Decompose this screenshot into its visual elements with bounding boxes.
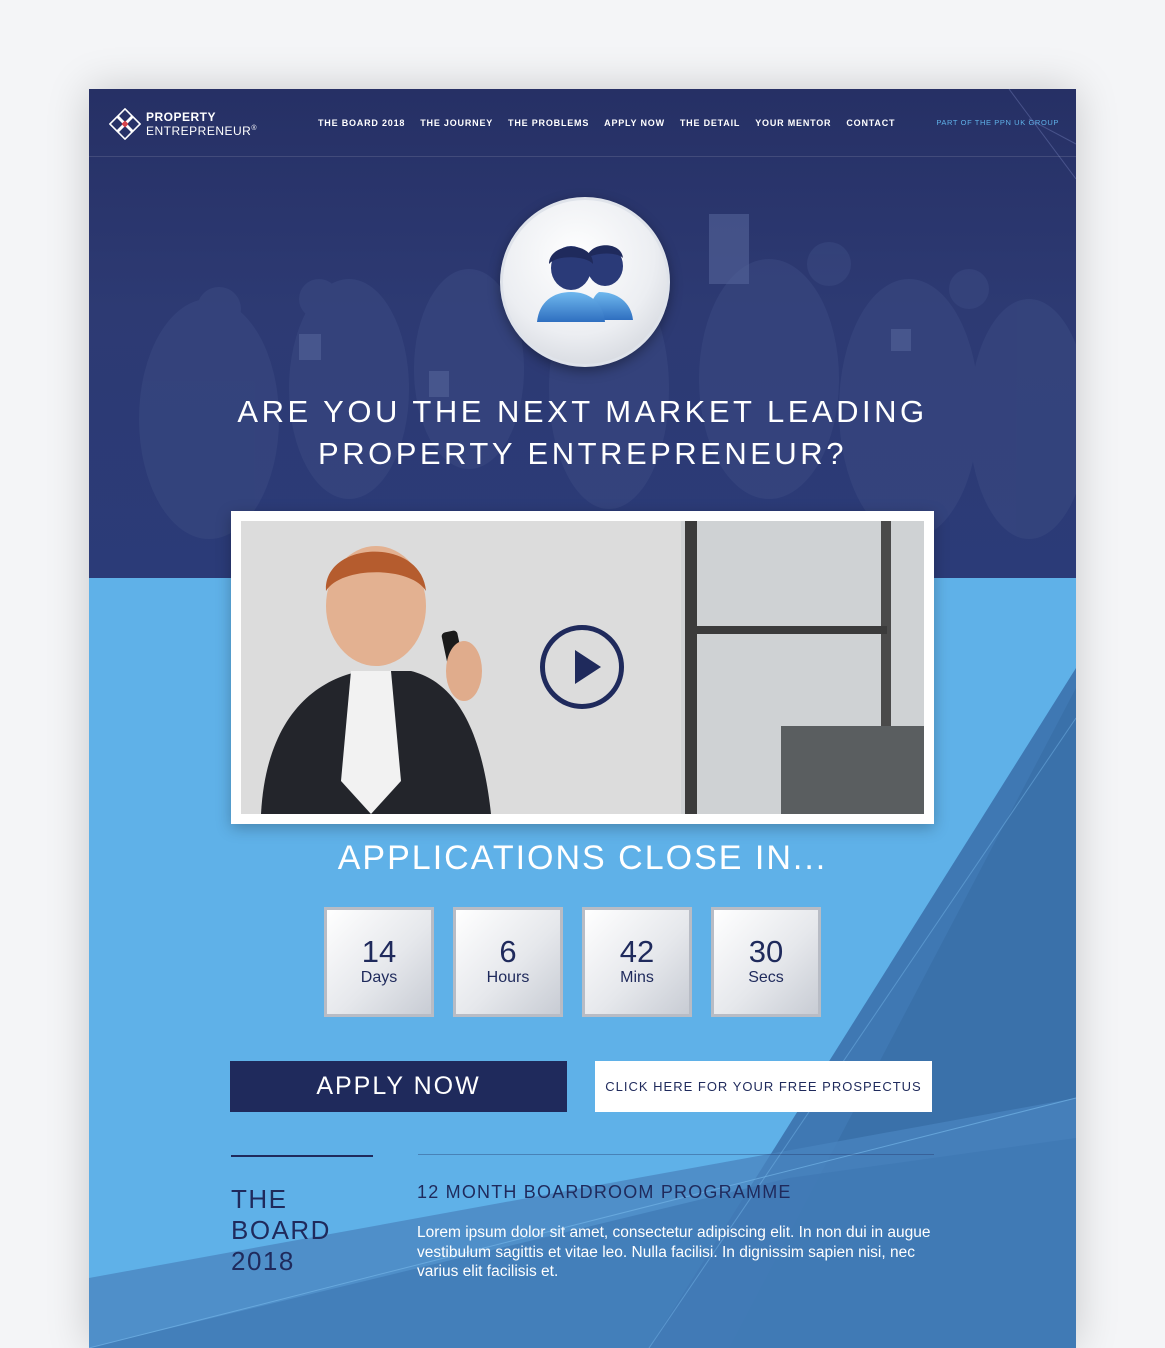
video-player[interactable] bbox=[241, 521, 924, 814]
board-title-line-3: 2018 bbox=[231, 1246, 295, 1276]
countdown-secs-label: Secs bbox=[748, 969, 784, 986]
people-badge bbox=[500, 197, 670, 367]
countdown-secs-value: 30 bbox=[748, 934, 784, 969]
brand-line-1: PROPERTY bbox=[146, 110, 217, 124]
nav-item-contact[interactable]: CONTACT bbox=[846, 118, 895, 128]
nav-item-the-detail[interactable]: THE DETAIL bbox=[680, 118, 740, 128]
countdown-mins: 42 Mins bbox=[582, 907, 692, 1017]
applications-close-heading: APPLICATIONS CLOSE IN... bbox=[337, 839, 828, 877]
hero-headline-line-1: ARE YOU THE NEXT MARKET LEADING bbox=[237, 394, 928, 429]
brand-wordmark: PROPERTY ENTREPRENEUR® bbox=[146, 111, 257, 137]
nav-item-apply-now[interactable]: APPLY NOW bbox=[604, 118, 665, 128]
board-description: Lorem ipsum dolor sit amet, consectetur … bbox=[417, 1224, 931, 1280]
group-tagline[interactable]: PART OF THE PPN UK GROUP bbox=[936, 118, 1059, 127]
countdown-hours-label: Hours bbox=[486, 969, 530, 986]
hero-section: PROPERTY ENTREPRENEUR® THE BOARD 2018 TH… bbox=[89, 89, 1076, 578]
people-icon bbox=[537, 245, 633, 322]
board-title-line-2: BOARD bbox=[231, 1215, 331, 1245]
board-title-line-1: THE bbox=[231, 1184, 288, 1214]
video-card bbox=[231, 511, 934, 824]
landing-page: PROPERTY ENTREPRENEUR® THE BOARD 2018 TH… bbox=[89, 89, 1076, 1348]
logo-mark-icon bbox=[109, 108, 141, 140]
countdown-secs: 30 Secs bbox=[711, 907, 821, 1017]
board-section-title: THE BOARD 2018 bbox=[231, 1184, 331, 1277]
hero-headline: ARE YOU THE NEXT MARKET LEADING PROPERTY… bbox=[89, 391, 1076, 475]
countdown-hours: 6 Hours bbox=[453, 907, 563, 1017]
countdown-days-label: Days bbox=[360, 969, 398, 986]
apply-now-button[interactable]: APPLY NOW bbox=[230, 1061, 567, 1112]
brand-line-2: ENTREPRENEUR bbox=[146, 124, 252, 138]
main-nav: THE BOARD 2018 THE JOURNEY THE PROBLEMS … bbox=[318, 118, 895, 128]
section-divider-left bbox=[231, 1155, 373, 1157]
board-subtitle: 12 MONTH BOARDROOM PROGRAMME bbox=[417, 1182, 792, 1202]
section-divider-right bbox=[418, 1154, 934, 1155]
top-navigation-bar: PROPERTY ENTREPRENEUR® THE BOARD 2018 TH… bbox=[89, 89, 1076, 157]
countdown-timer: 14 Days 6 Hours 42 Mins 30 Secs bbox=[324, 907, 821, 1017]
hero-headline-line-2: PROPERTY ENTREPRENEUR? bbox=[318, 436, 847, 471]
countdown-days-value: 14 bbox=[361, 934, 397, 969]
play-icon[interactable] bbox=[540, 625, 624, 709]
brand-logo[interactable]: PROPERTY ENTREPRENEUR® bbox=[109, 107, 257, 141]
countdown-mins-value: 42 bbox=[619, 934, 655, 969]
countdown-mins-label: Mins bbox=[620, 969, 654, 986]
brand-registered-mark: ® bbox=[251, 125, 258, 132]
free-prospectus-button[interactable]: CLICK HERE FOR YOUR FREE PROSPECTUS bbox=[595, 1061, 932, 1112]
nav-item-the-board-2018[interactable]: THE BOARD 2018 bbox=[318, 118, 405, 128]
countdown-days: 14 Days bbox=[324, 907, 434, 1017]
nav-item-the-problems[interactable]: THE PROBLEMS bbox=[508, 118, 589, 128]
nav-item-the-journey[interactable]: THE JOURNEY bbox=[420, 118, 493, 128]
countdown-hours-value: 6 bbox=[499, 934, 517, 969]
nav-item-your-mentor[interactable]: YOUR MENTOR bbox=[755, 118, 831, 128]
